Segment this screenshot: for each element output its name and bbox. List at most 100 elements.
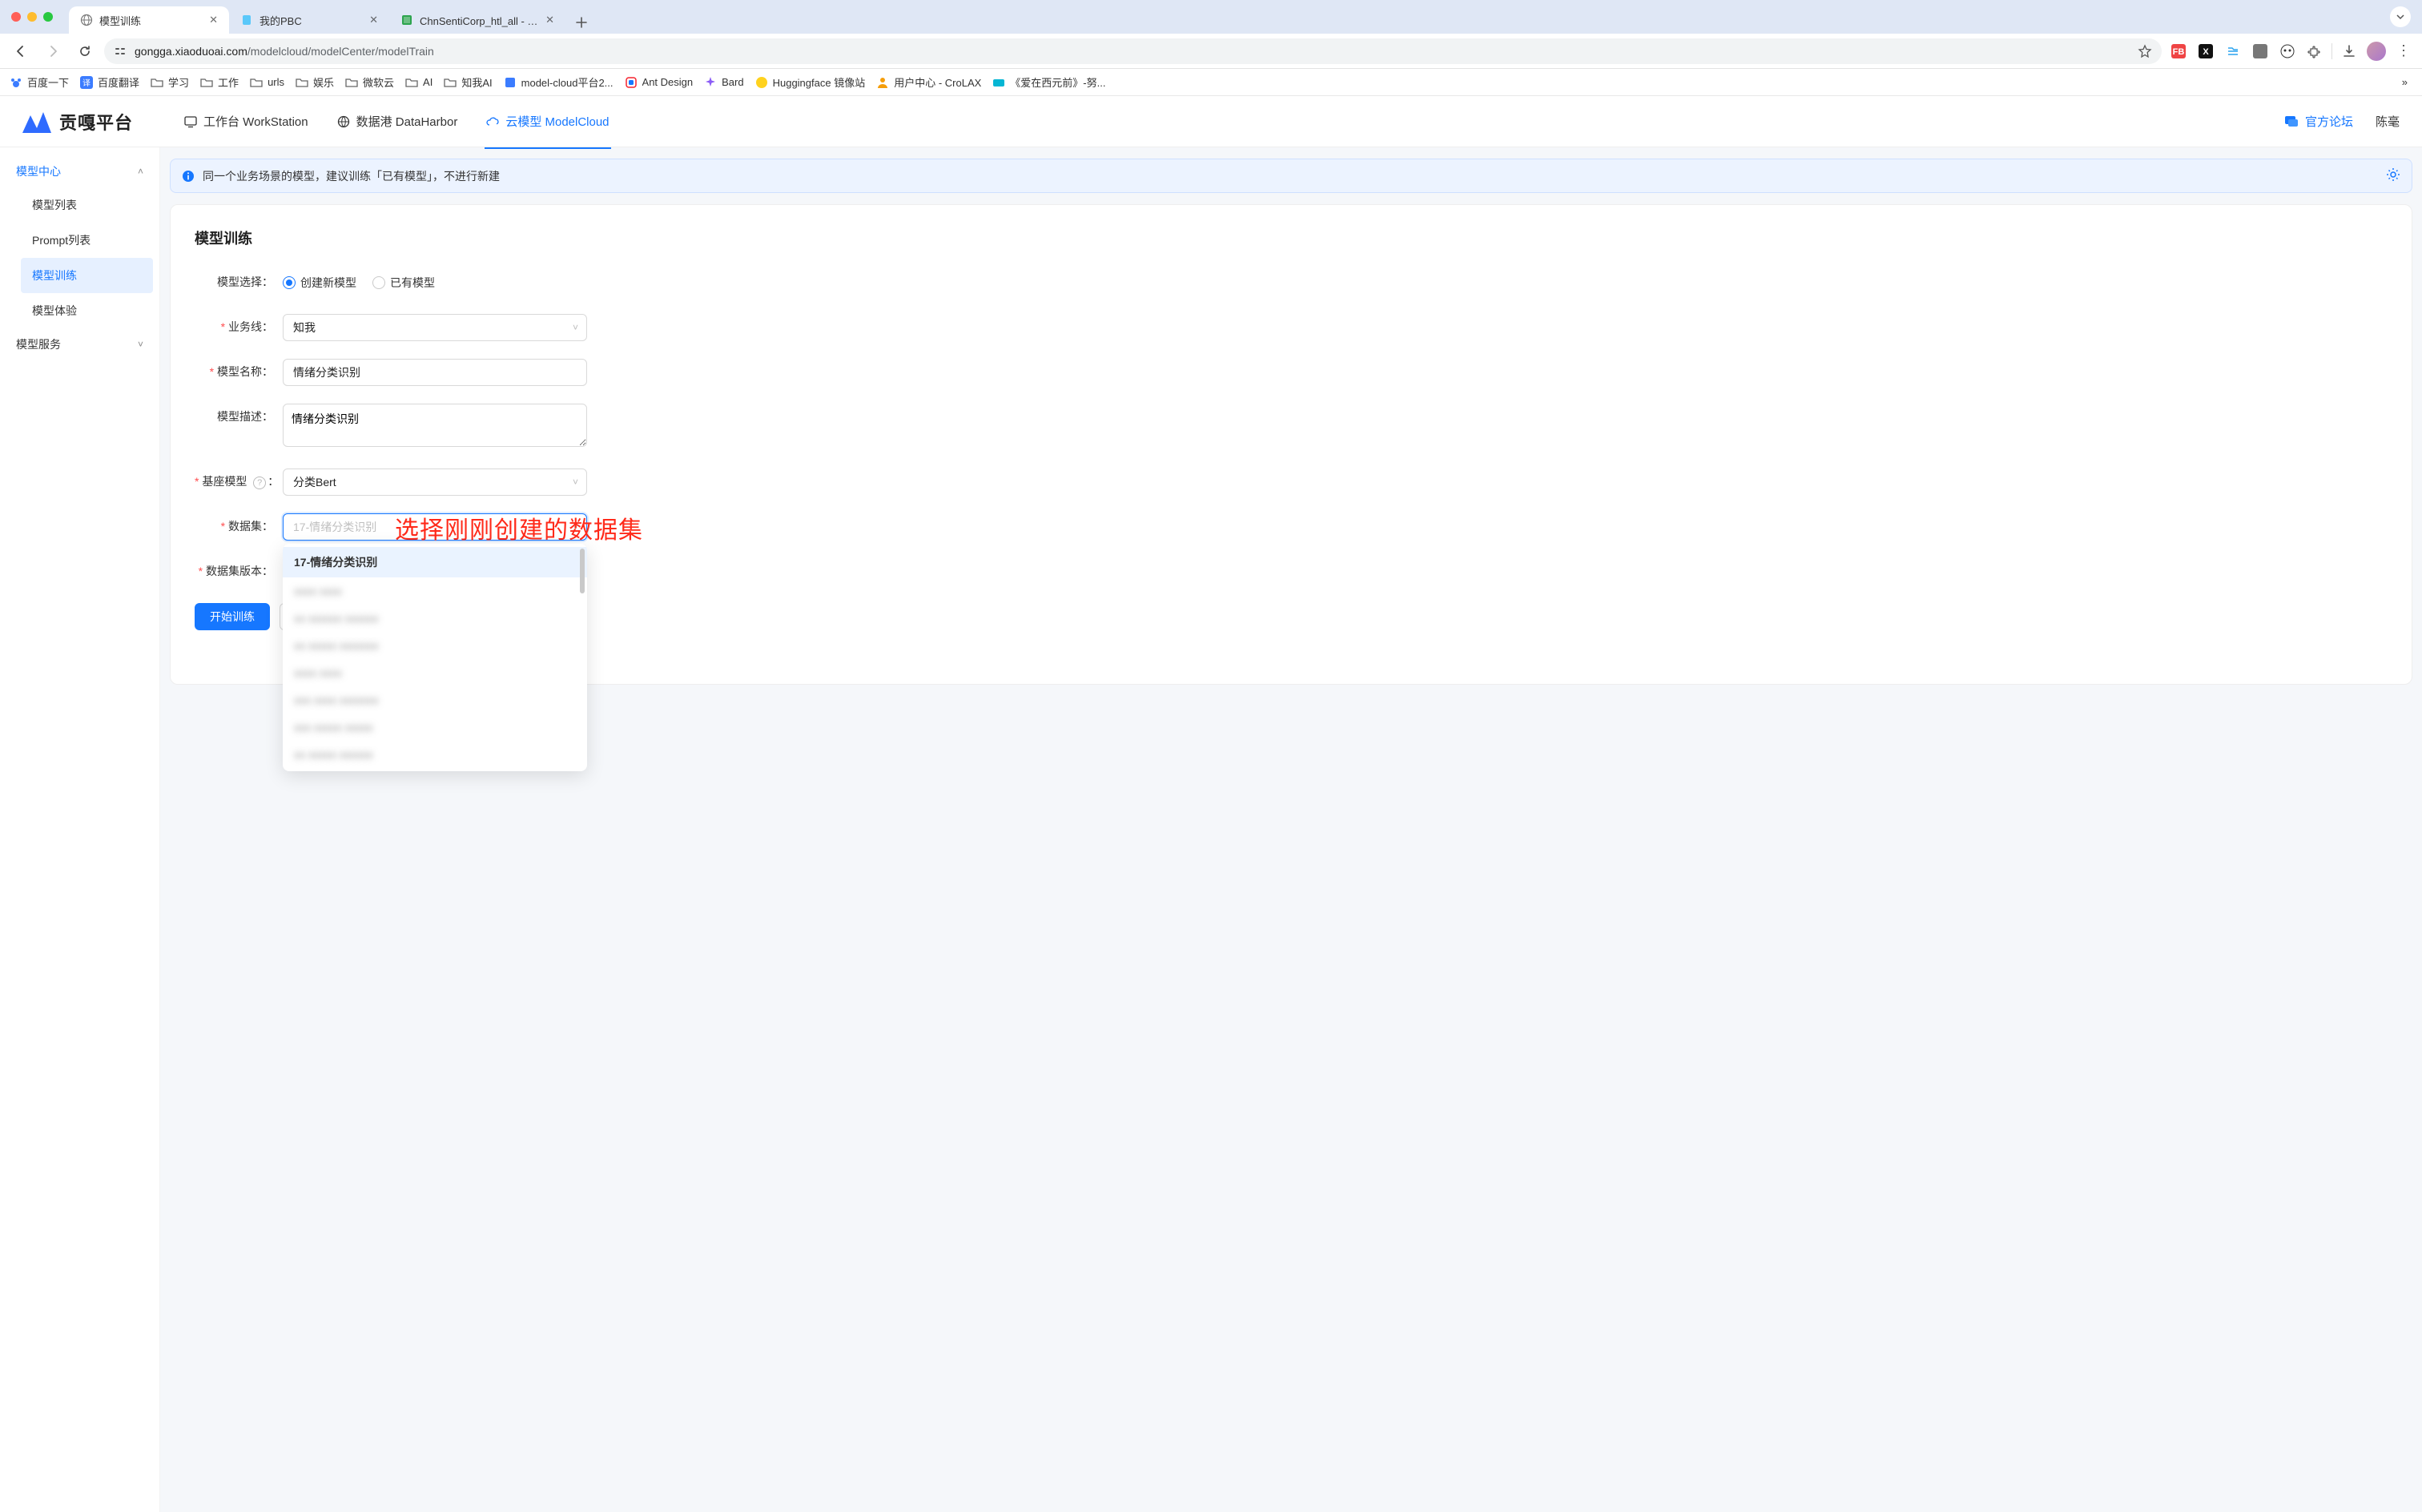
extension-icon-5[interactable] <box>2277 41 2298 62</box>
bookmark-item[interactable]: Bard <box>704 76 743 89</box>
app-header: 贡嘎平台 工作台 WorkStation 数据港 DataHarbor 云模型 … <box>0 96 2422 147</box>
forum-link[interactable]: 官方论坛 <box>2284 113 2353 130</box>
bookmark-folder[interactable]: urls <box>250 76 284 89</box>
label-bizline: 业务线： <box>195 314 283 335</box>
bookmark-item[interactable]: Huggingface 镜像站 <box>755 74 866 90</box>
bookmark-folder[interactable]: 娱乐 <box>296 74 334 90</box>
tab-0[interactable]: 模型训练 ✕ <box>69 6 229 34</box>
sidebar-item-prompt-list[interactable]: Prompt列表 <box>21 223 153 258</box>
dropdown-option[interactable]: 17-情绪分类识别 <box>283 547 587 577</box>
bookmark-label: urls <box>268 76 284 88</box>
row-model-select: 模型选择： 创建新模型 已有模型 <box>195 269 2388 296</box>
dropdown-scrollbar[interactable] <box>580 549 585 593</box>
bookmark-folder[interactable]: 工作 <box>200 74 239 90</box>
extension-icon-4[interactable] <box>2250 41 2271 62</box>
nav-dataharbor[interactable]: 数据港 DataHarbor <box>336 108 460 135</box>
reload-button[interactable] <box>72 38 98 64</box>
url-bar[interactable]: gongga.xiaoduoai.com/modelcloud/modelCen… <box>104 38 2162 64</box>
bookmark-folder[interactable]: 知我AI <box>444 74 492 90</box>
info-alert: 同一个业务场景的模型，建议训练「已有模型」，不进行新建 <box>170 159 2412 193</box>
label-suffix: ： <box>268 475 279 488</box>
bookmark-item[interactable]: 《爱在西元前》-努... <box>992 74 1105 90</box>
window-minimize-dot[interactable] <box>27 12 37 22</box>
sidebar-item-model-train[interactable]: 模型训练 <box>21 258 153 293</box>
bookmark-item[interactable]: 百度一下 <box>10 74 69 90</box>
url-text: gongga.xiaoduoai.com/modelcloud/modelCen… <box>135 45 434 58</box>
label-model-name: 模型名称： <box>195 359 283 380</box>
dropdown-option[interactable]: xx xxxxx xxxxxx <box>283 741 587 768</box>
bookmarks-overflow-icon[interactable]: » <box>2397 76 2412 88</box>
row-dataset: 数据集： 17-情绪分类识别 ˅ 选择刚刚创建的数据集 17-情绪分类识别 xx… <box>195 513 2388 541</box>
kebab-menu-icon[interactable]: ⋮ <box>2393 41 2414 62</box>
close-icon[interactable]: ✕ <box>545 14 554 26</box>
select-base-model[interactable]: 分类Bert ˅ <box>283 468 587 496</box>
user-menu[interactable]: 陈毫 <box>2376 113 2400 130</box>
folder-icon <box>345 76 358 89</box>
help-icon[interactable]: ? <box>253 477 266 489</box>
tab-title: ChnSentiCorp_htl_all - 飞书云 <box>420 13 539 28</box>
bookmark-item[interactable]: model-cloud平台2... <box>504 74 614 90</box>
app-body: 模型中心 ˄ 模型列表 Prompt列表 模型训练 模型体验 模型服务 ˅ 同一… <box>0 147 2422 1512</box>
sidebar-item-model-exp[interactable]: 模型体验 <box>21 293 153 328</box>
bookmark-label: 知我AI <box>461 74 492 90</box>
chevron-down-icon[interactable] <box>2390 6 2411 27</box>
tab-1[interactable]: 我的PBC ✕ <box>229 6 389 34</box>
nav-modelcloud[interactable]: 云模型 ModelCloud <box>485 108 610 135</box>
button-label: 开始训练 <box>210 609 255 625</box>
radio-existing[interactable]: 已有模型 <box>372 275 435 291</box>
brand[interactable]: 贡嘎平台 <box>22 109 133 135</box>
forward-button[interactable] <box>40 38 66 64</box>
top-nav: 工作台 WorkStation 数据港 DataHarbor 云模型 Model… <box>183 108 611 135</box>
select-bizline[interactable]: 知我 ˅ <box>283 314 587 341</box>
nav-workstation[interactable]: 工作台 WorkStation <box>183 108 310 135</box>
extension-icon-3[interactable] <box>2223 41 2243 62</box>
back-button[interactable] <box>8 38 34 64</box>
site-settings-icon[interactable] <box>114 45 127 58</box>
bookmark-folder[interactable]: 微软云 <box>345 74 394 90</box>
svg-text:FB: FB <box>2173 47 2185 57</box>
sidebar-group-models[interactable]: 模型中心 ˄ <box>6 155 153 187</box>
bookmark-item[interactable]: 译 百度翻译 <box>80 74 139 90</box>
dropdown-option[interactable]: xxxx xxxx <box>283 659 587 686</box>
folder-icon <box>444 76 457 89</box>
svg-text:X: X <box>2203 47 2209 57</box>
profile-avatar[interactable] <box>2366 41 2387 62</box>
bookmark-folder[interactable]: AI <box>405 76 432 89</box>
sidebar-item-model-list[interactable]: 模型列表 <box>21 187 153 223</box>
dropdown-option[interactable]: xxx xxxx xxxxxxx <box>283 686 587 714</box>
start-train-button[interactable]: 开始训练 <box>195 603 270 630</box>
chevron-down-icon: ˅ <box>573 521 578 533</box>
new-tab-button[interactable] <box>570 11 593 34</box>
dropdown-option[interactable]: xx xxxxxx xxxxxx <box>283 605 587 632</box>
close-icon[interactable]: ✕ <box>369 14 378 26</box>
dropdown-option[interactable]: xxxx xxxx <box>283 577 587 605</box>
bookmark-item[interactable]: 用户中心 - CroLAX <box>876 74 981 90</box>
select-dataset[interactable]: 17-情绪分类识别 ˅ <box>283 513 587 541</box>
sidebar-item-label: Prompt列表 <box>32 234 91 247</box>
window-zoom-dot[interactable] <box>43 12 53 22</box>
input-model-name[interactable] <box>283 359 587 386</box>
gear-icon[interactable] <box>2386 167 2400 184</box>
folder-icon <box>250 76 263 89</box>
extensions-puzzle-icon[interactable] <box>2304 41 2325 62</box>
sidebar-group-services[interactable]: 模型服务 ˅ <box>6 328 153 360</box>
window-close-dot[interactable] <box>11 12 21 22</box>
tab-strip: 模型训练 ✕ 我的PBC ✕ ChnSentiCorp_htl_all - 飞书… <box>69 0 593 34</box>
radio-create-new[interactable]: 创建新模型 <box>283 275 356 291</box>
close-icon[interactable]: ✕ <box>209 14 218 26</box>
tab-2[interactable]: ChnSentiCorp_htl_all - 飞书云 ✕ <box>389 6 565 34</box>
bookmark-folder[interactable]: 学习 <box>151 74 189 90</box>
downloads-icon[interactable] <box>2339 41 2360 62</box>
bookmark-star-icon[interactable] <box>2138 44 2152 58</box>
row-model-desc: 模型描述： <box>195 404 2388 451</box>
dropdown-option[interactable]: xx xxxxx xxxxxxx <box>283 632 587 659</box>
dropdown-option[interactable]: xxx xxxxx xxxxx <box>283 714 587 741</box>
brand-logo-icon <box>22 111 51 133</box>
bookmark-item[interactable]: Ant Design <box>625 76 694 89</box>
chevron-down-icon: ˅ <box>138 339 143 350</box>
user-icon <box>876 76 889 89</box>
textarea-model-desc[interactable] <box>283 404 587 447</box>
extension-icon-1[interactable]: FB <box>2168 41 2189 62</box>
radio-group-model-select: 创建新模型 已有模型 <box>283 269 587 296</box>
extension-icon-2[interactable]: X <box>2195 41 2216 62</box>
